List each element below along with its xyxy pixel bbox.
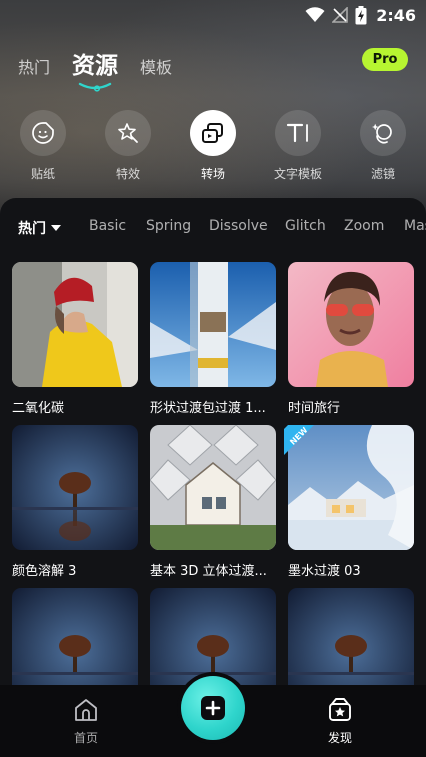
card-thumbnail (12, 588, 138, 688)
category-row: 贴纸 特效 转场 文字模板 滤镜 (0, 110, 426, 182)
home-icon (75, 699, 97, 721)
create-button[interactable] (181, 676, 245, 740)
category-effects-circle (105, 110, 151, 156)
transition-card[interactable] (288, 588, 414, 688)
top-tabs: 热门 资源 模板 (18, 44, 172, 92)
card-thumbnail (12, 425, 138, 550)
card-title: 形状过渡包过渡 1... (150, 401, 266, 416)
card-title: 颜色溶解 3 (12, 564, 77, 579)
transition-card[interactable]: 基本 3D 立体过渡... (150, 425, 276, 579)
filter-spring[interactable]: Spring (146, 218, 191, 234)
filter-basic[interactable]: Basic (89, 218, 126, 234)
category-transition-label: 转场 (200, 167, 225, 181)
tab-resources[interactable]: 资源 (72, 46, 119, 92)
sticker-icon (32, 122, 54, 144)
filter-hot[interactable]: 热门 (18, 218, 61, 238)
category-transition[interactable]: 转场 (178, 110, 248, 182)
tab-resources-label: 资源 (72, 53, 119, 79)
pro-badge[interactable]: Pro (362, 48, 408, 71)
category-effects-label: 特效 (115, 167, 140, 181)
transition-card[interactable]: 时间旅行 (288, 262, 414, 416)
category-text-template-label: 文字模板 (273, 167, 322, 181)
status-icons: 2:46 (305, 4, 416, 26)
transition-card[interactable]: NEW 墨水过渡 03 (284, 425, 414, 579)
resource-panel: 热门 Basic Spring Dissolve Glitch Zoom Mas (0, 198, 426, 688)
wifi-icon (305, 7, 325, 22)
category-transition-circle (190, 110, 236, 156)
card-title: 二氧化碳 (12, 401, 65, 416)
status-bar: 2:46 (0, 0, 426, 30)
caret-down-icon (51, 224, 61, 231)
tab-hot[interactable]: 热门 (18, 54, 50, 84)
category-effects[interactable]: 特效 (93, 110, 163, 182)
card-thumbnail (288, 588, 414, 688)
card-thumbnail (150, 262, 276, 387)
status-time: 2:46 (376, 5, 416, 25)
effects-icon (118, 123, 138, 143)
transition-card[interactable]: 颜色溶解 3 (12, 425, 138, 579)
battery-charging-icon (355, 5, 367, 24)
filter-more[interactable]: Mas (404, 218, 426, 234)
category-sticker-label: 贴纸 (30, 167, 55, 181)
category-sticker-circle (20, 110, 66, 156)
filter-zoom[interactable]: Zoom (344, 218, 384, 234)
filter-row: 热门 Basic Spring Dissolve Glitch Zoom Mas (0, 218, 426, 242)
filter-hot-label: 热门 (18, 221, 46, 237)
no-signal-icon (332, 7, 349, 23)
category-filter[interactable]: 滤镜 (348, 110, 418, 182)
category-filter-circle (360, 110, 406, 156)
category-text-template[interactable]: 文字模板 (263, 110, 333, 182)
tab-active-indicator (78, 82, 112, 92)
tab-templates[interactable]: 模板 (140, 54, 172, 84)
card-title: 基本 3D 立体过渡... (150, 564, 267, 579)
card-thumbnail (288, 262, 414, 387)
category-filter-label: 滤镜 (370, 167, 395, 181)
plus-icon (201, 696, 225, 720)
card-thumbnail (150, 425, 276, 550)
nav-discover[interactable]: 发现 (310, 697, 370, 746)
category-text-template-circle (275, 110, 321, 156)
filter-glitch[interactable]: Glitch (285, 218, 326, 234)
nav-home[interactable]: 首页 (56, 697, 116, 746)
nav-discover-label: 发现 (327, 731, 352, 745)
transition-card[interactable]: 形状过渡包过渡 1... (150, 262, 276, 416)
transition-icon (202, 123, 223, 143)
category-sticker[interactable]: 贴纸 (8, 110, 78, 182)
discover-icon (329, 698, 351, 721)
card-title: 时间旅行 (288, 401, 341, 416)
new-badge: NEW (284, 425, 314, 455)
filter-icon (372, 123, 392, 144)
nav-home-label: 首页 (73, 731, 98, 745)
card-thumbnail (12, 262, 138, 387)
transition-card[interactable] (12, 588, 138, 688)
card-title: 墨水过渡 03 (288, 564, 361, 579)
filter-dissolve[interactable]: Dissolve (209, 218, 268, 234)
transition-card[interactable]: 二氧化碳 (12, 262, 138, 416)
text-template-icon (286, 123, 308, 143)
